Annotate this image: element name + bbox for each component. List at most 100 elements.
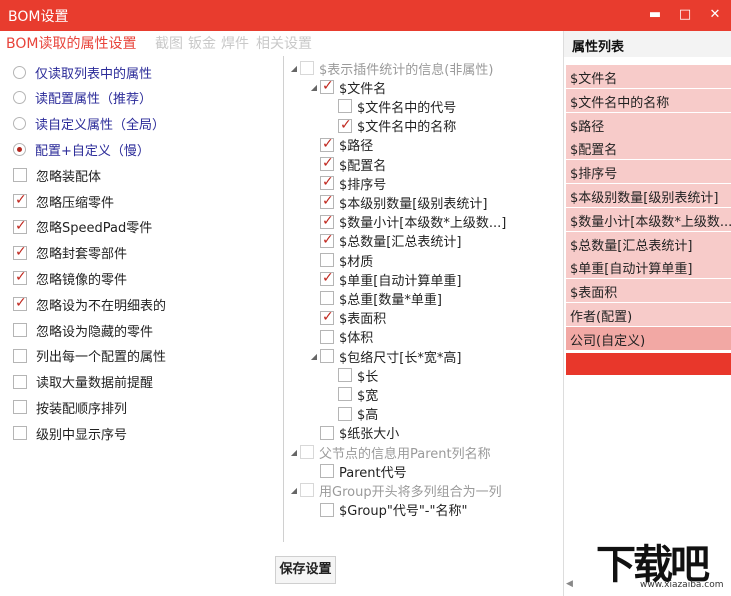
property-list-item[interactable]: 作者(配置) xyxy=(566,303,731,326)
tree-node[interactable]: ◢ $表示插件统计的信息(非属性) xyxy=(288,58,493,78)
tree-checkbox-icon[interactable] xyxy=(300,445,314,459)
option-checkbox-9[interactable]: 按装配顺序排列 xyxy=(13,396,127,418)
tree-checkbox-icon[interactable] xyxy=(338,117,352,133)
expand-arrow-icon[interactable]: ◢ xyxy=(288,64,300,73)
tree-node[interactable]: $配置名 xyxy=(308,154,386,174)
property-list-item[interactable]: $本级别数量[级别表统计] xyxy=(566,184,731,207)
checkbox-icon[interactable] xyxy=(13,323,27,337)
tree-node[interactable]: $单重[自动计算单重] xyxy=(308,269,461,289)
tab-sheetmetal[interactable]: 钣金 xyxy=(188,33,216,53)
option-checkbox-10[interactable]: 级别中显示序号 xyxy=(13,422,127,444)
tree-node[interactable]: $总重[数量*单重] xyxy=(308,288,442,308)
option-checkbox-6[interactable]: 忽略设为隐藏的零件 xyxy=(13,319,153,341)
radio-icon[interactable] xyxy=(13,91,26,105)
tree-checkbox-icon[interactable] xyxy=(338,99,352,114)
tree-checkbox-icon[interactable] xyxy=(320,270,334,287)
tree-node[interactable]: $数量小计[本级数*上级数...] xyxy=(308,212,506,232)
tree-checkbox-icon[interactable] xyxy=(338,368,352,383)
tab-related-settings[interactable]: 相关设置 xyxy=(256,33,312,53)
read-mode-radio-0[interactable]: 仅读取列表中的属性 xyxy=(13,61,152,83)
tree-checkbox-icon[interactable] xyxy=(320,349,334,363)
tree-node[interactable]: $高 xyxy=(326,404,378,424)
tree-node[interactable]: $体积 xyxy=(308,327,373,347)
tree-checkbox-icon[interactable] xyxy=(320,502,334,517)
tree-checkbox-icon[interactable] xyxy=(320,174,334,191)
expand-arrow-icon[interactable]: ◢ xyxy=(288,486,300,495)
read-mode-radio-2[interactable]: 读自定义属性（全局） xyxy=(13,113,165,135)
checkbox-icon[interactable] xyxy=(13,168,27,183)
property-list-item[interactable]: $总数量[汇总表统计] xyxy=(566,231,731,255)
option-checkbox-0[interactable]: 忽略装配体 xyxy=(13,164,101,186)
property-list-item[interactable]: $单重[自动计算单重] xyxy=(566,255,731,279)
tree-node[interactable]: $纸张大小 xyxy=(308,423,399,443)
read-mode-radio-1[interactable]: 读配置属性（推荐） xyxy=(13,87,152,109)
tree-checkbox-icon[interactable] xyxy=(320,291,334,306)
option-checkbox-1[interactable]: 忽略压缩零件 xyxy=(13,190,114,212)
option-checkbox-7[interactable]: 列出每一个配置的属性 xyxy=(13,345,166,367)
option-checkbox-4[interactable]: 忽略镜像的零件 xyxy=(13,267,127,289)
tree-checkbox-icon[interactable] xyxy=(320,78,334,95)
property-list-item[interactable]: $表面积 xyxy=(566,279,731,303)
radio-icon[interactable] xyxy=(13,65,26,79)
tree-checkbox-icon[interactable] xyxy=(320,329,334,344)
option-checkbox-2[interactable]: 忽略SpeedPad零件 xyxy=(13,216,152,238)
radio-icon[interactable] xyxy=(13,117,26,131)
save-settings-button[interactable]: 保存设置 xyxy=(275,556,336,584)
checkbox-icon[interactable] xyxy=(13,426,27,441)
tree-node[interactable]: $宽 xyxy=(326,384,378,404)
expand-arrow-icon[interactable]: ◢ xyxy=(308,352,320,361)
tree-checkbox-icon[interactable] xyxy=(320,232,334,248)
minimize-icon[interactable]: ▬ xyxy=(644,5,666,25)
property-list-item[interactable]: $路径 xyxy=(566,112,731,136)
property-list-item[interactable]: $数量小计[本级数*上级数...] xyxy=(566,207,731,231)
tab-weldment[interactable]: 焊件 xyxy=(221,33,249,53)
tree-node[interactable]: $表面积 xyxy=(308,308,386,328)
checkbox-icon[interactable] xyxy=(13,192,27,208)
expand-arrow-icon[interactable]: ◢ xyxy=(288,448,300,457)
tree-node[interactable]: $文件名中的名称 xyxy=(326,116,456,136)
checkbox-icon[interactable] xyxy=(13,244,27,260)
tree-node[interactable]: $文件名中的代号 xyxy=(326,96,456,116)
option-checkbox-8[interactable]: 读取大量数据前提醒 xyxy=(13,371,153,393)
tree-checkbox-icon[interactable] xyxy=(300,61,314,75)
tree-node[interactable]: $总数量[汇总表统计] xyxy=(308,231,461,251)
tree-node[interactable]: $排序号 xyxy=(308,173,386,193)
tree-checkbox-icon[interactable] xyxy=(320,253,334,267)
tree-checkbox-icon[interactable] xyxy=(320,309,334,325)
checkbox-icon[interactable] xyxy=(13,348,27,363)
tree-node[interactable]: ◢ $包络尺寸[长*宽*高] xyxy=(308,346,461,366)
expand-arrow-icon[interactable]: ◢ xyxy=(308,83,320,92)
tree-node[interactable]: ◢ 用Group开头将多列组合为一列 xyxy=(288,480,502,500)
tree-node[interactable]: $本级别数量[级别表统计] xyxy=(308,192,487,212)
tree-checkbox-icon[interactable] xyxy=(320,464,334,479)
tree-checkbox-icon[interactable] xyxy=(320,213,334,229)
property-list-item[interactable]: $配置名 xyxy=(566,136,731,160)
property-list-item[interactable]: 公司(自定义) xyxy=(566,326,731,350)
tab-bom-properties[interactable]: BOM读取的属性设置 xyxy=(6,33,136,53)
tree-checkbox-icon[interactable] xyxy=(300,483,314,498)
tree-node[interactable]: ◢ 父节点的信息用Parent列名称 xyxy=(288,442,491,462)
read-mode-radio-3[interactable]: 配置+自定义（慢） xyxy=(13,138,150,160)
tree-checkbox-icon[interactable] xyxy=(320,136,334,152)
checkbox-icon[interactable] xyxy=(13,295,27,312)
checkbox-icon[interactable] xyxy=(13,218,27,234)
radio-icon[interactable] xyxy=(13,142,26,156)
tree-node[interactable]: Parent代号 xyxy=(308,461,407,481)
close-icon[interactable]: ✕ xyxy=(704,5,726,25)
checkbox-icon[interactable] xyxy=(13,374,27,389)
checkbox-icon[interactable] xyxy=(13,269,27,286)
property-list-item[interactable]: $文件名中的名称 xyxy=(566,88,731,112)
tree-checkbox-icon[interactable] xyxy=(320,193,334,210)
tree-node[interactable]: $Group"代号"-"名称" xyxy=(308,500,467,520)
tab-screenshot[interactable]: 截图 xyxy=(155,33,183,53)
tree-node[interactable]: ◢ $文件名 xyxy=(308,77,386,97)
tree-checkbox-icon[interactable] xyxy=(338,387,352,402)
checkbox-icon[interactable] xyxy=(13,400,27,415)
tree-checkbox-icon[interactable] xyxy=(320,425,334,440)
tree-node[interactable]: $长 xyxy=(326,365,378,385)
property-list-item[interactable]: $文件名 xyxy=(566,65,731,88)
maximize-icon[interactable]: □ xyxy=(674,5,696,25)
tree-checkbox-icon[interactable] xyxy=(320,155,334,171)
option-checkbox-5[interactable]: 忽略设为不在明细表的 xyxy=(13,293,166,315)
tree-node[interactable]: $路径 xyxy=(308,135,373,155)
